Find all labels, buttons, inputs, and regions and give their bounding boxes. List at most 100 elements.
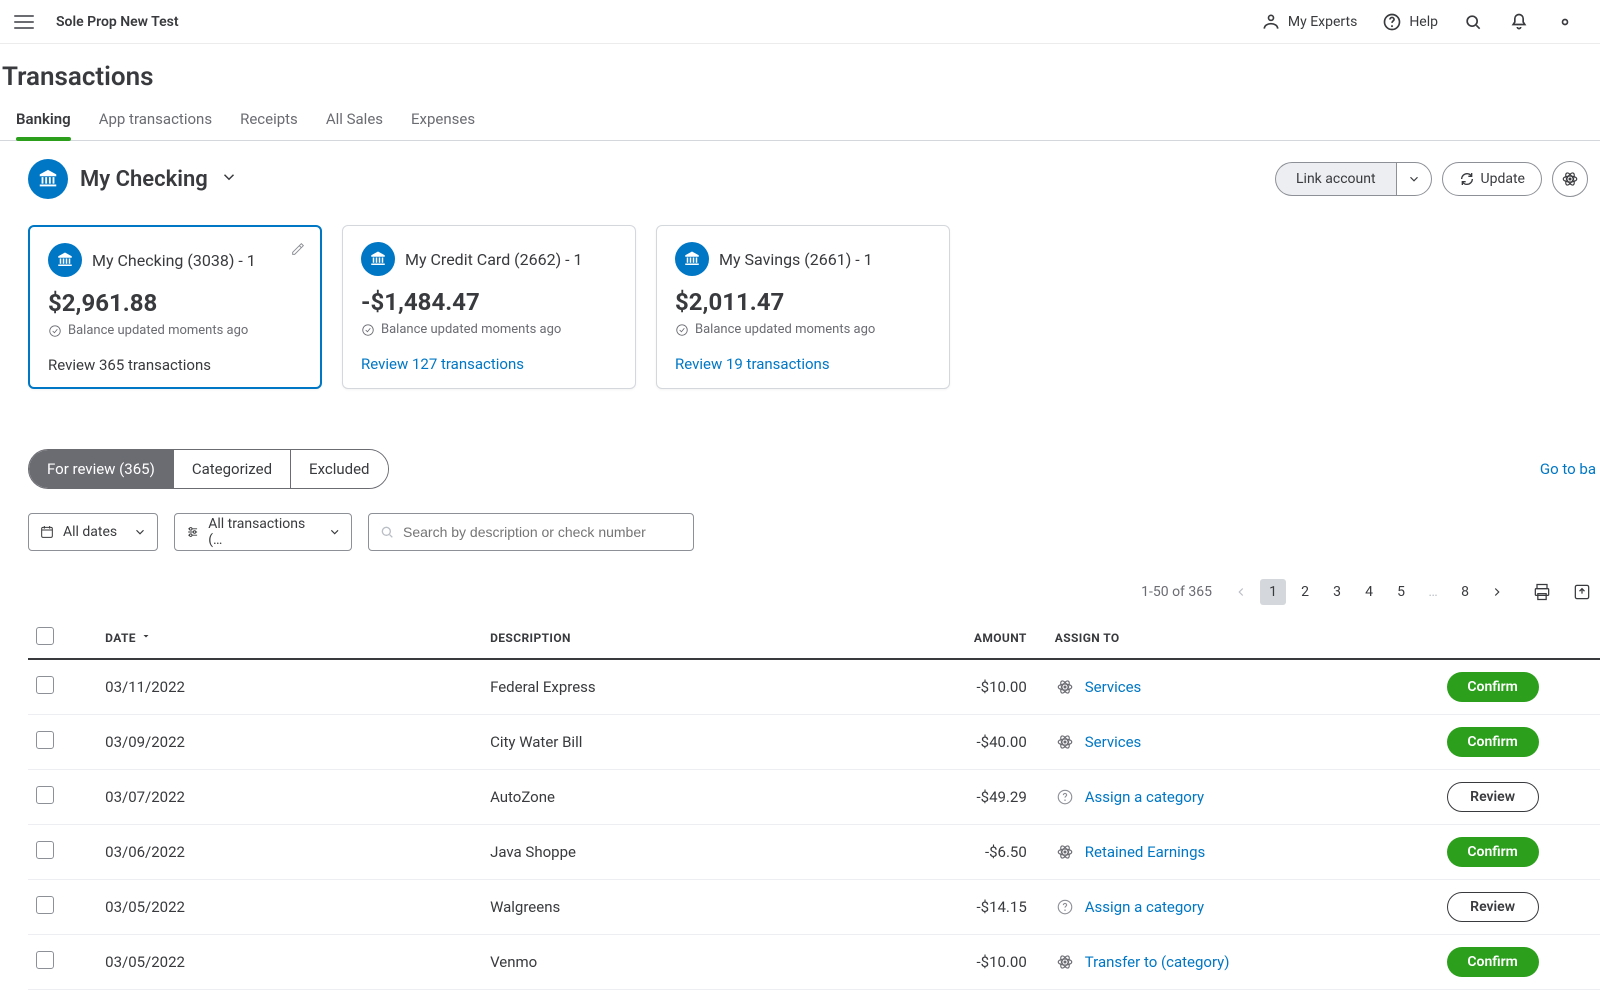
refresh-icon [1459, 171, 1475, 187]
atom-icon [1055, 732, 1075, 752]
chevron-down-icon [328, 525, 341, 539]
account-card[interactable]: My Savings (2661) - 1 $2,011.47 Balance … [656, 225, 950, 389]
card-balance: -$1,484.47 [361, 288, 617, 316]
search-button[interactable] [1452, 3, 1494, 41]
pager-page-4[interactable]: 4 [1356, 579, 1382, 605]
column-description[interactable]: DESCRIPTION [482, 617, 839, 659]
assign-link[interactable]: Retained Earnings [1085, 843, 1205, 861]
cell-date: 03/07/2022 [97, 770, 482, 825]
account-card[interactable]: My Checking (3038) - 1 $2,961.88 Balance… [28, 225, 322, 389]
account-selector[interactable]: My Checking [80, 167, 208, 192]
tab-banking[interactable]: Banking [16, 100, 71, 140]
table-row[interactable]: 03/06/2022 Java Shoppe -$6.50 Retained E… [28, 825, 1600, 880]
assign-link[interactable]: Services [1085, 733, 1142, 751]
account-card[interactable]: My Credit Card (2662) - 1 -$1,484.47 Bal… [342, 225, 636, 389]
transactions-filter[interactable]: All transactions (… [174, 513, 352, 551]
bank-icon [361, 242, 395, 276]
export-button[interactable] [1572, 582, 1592, 602]
dates-filter[interactable]: All dates [28, 513, 158, 551]
search-box[interactable] [368, 513, 694, 551]
print-button[interactable] [1532, 582, 1552, 602]
atom-icon [1055, 952, 1075, 972]
assign-link[interactable]: Assign a category [1085, 898, 1204, 916]
search-icon [379, 524, 395, 540]
help-button[interactable]: Help [1371, 3, 1448, 41]
row-checkbox[interactable] [36, 841, 54, 859]
hamburger-menu[interactable] [14, 10, 38, 34]
row-checkbox[interactable] [36, 786, 54, 804]
link-account-button[interactable]: Link account [1275, 162, 1396, 196]
table-row[interactable]: 03/11/2022 Federal Express -$10.00 Servi… [28, 659, 1600, 715]
review-button[interactable]: Review [1447, 782, 1539, 812]
explore-button[interactable] [1552, 161, 1588, 197]
tab-receipts[interactable]: Receipts [240, 100, 298, 140]
account-selector-chevron[interactable] [220, 168, 238, 190]
table-row[interactable]: 03/09/2022 City Water Bill -$40.00 Servi… [28, 715, 1600, 770]
check-circle-icon [48, 324, 62, 338]
bank-icon [675, 242, 709, 276]
row-checkbox[interactable] [36, 951, 54, 969]
column-assign[interactable]: ASSIGN TO [1047, 617, 1439, 659]
table-row[interactable]: 03/05/2022 Walgreens -$14.15 Assign a ca… [28, 880, 1600, 935]
cell-date: 03/05/2022 [97, 935, 482, 990]
help-icon [1381, 11, 1403, 33]
notifications-button[interactable] [1498, 3, 1540, 41]
bank-icon [48, 243, 82, 277]
tab-expenses[interactable]: Expenses [411, 100, 475, 140]
check-circle-icon [675, 323, 689, 337]
edit-icon[interactable] [290, 241, 306, 261]
row-checkbox[interactable] [36, 731, 54, 749]
card-updated: Balance updated moments ago [48, 323, 302, 338]
segment-excluded[interactable]: Excluded [290, 450, 387, 488]
review-link[interactable]: Review 19 transactions [675, 355, 931, 373]
link-account-dropdown[interactable] [1396, 162, 1432, 196]
row-checkbox[interactable] [36, 896, 54, 914]
pager-ellipsis: … [1420, 579, 1446, 605]
pager-page-1[interactable]: 1 [1260, 579, 1286, 605]
segment-categorized[interactable]: Categorized [173, 450, 290, 488]
cell-amount: -$49.29 [839, 770, 1046, 825]
confirm-button[interactable]: Confirm [1447, 672, 1539, 702]
confirm-button[interactable]: Confirm [1447, 837, 1539, 867]
table-row[interactable]: 03/05/2022 Venmo -$10.00 Transfer to (ca… [28, 935, 1600, 990]
confirm-button[interactable]: Confirm [1447, 947, 1539, 977]
my-experts-button[interactable]: My Experts [1250, 3, 1367, 41]
search-input[interactable] [403, 524, 683, 540]
cell-date: 03/05/2022 [97, 880, 482, 935]
settings-button[interactable] [1544, 3, 1586, 41]
segment-for-review[interactable]: For review (365) [29, 450, 173, 488]
pager-page-8[interactable]: 8 [1452, 579, 1478, 605]
experts-icon [1260, 11, 1282, 33]
column-amount[interactable]: AMOUNT [839, 617, 1046, 659]
review-link[interactable]: Review 365 transactions [48, 356, 302, 374]
select-all-checkbox[interactable] [36, 627, 54, 645]
update-button[interactable]: Update [1442, 162, 1542, 196]
cell-amount: -$10.00 [839, 935, 1046, 990]
atom-icon [1055, 677, 1075, 697]
tab-app-transactions[interactable]: App transactions [99, 100, 212, 140]
card-balance: $2,961.88 [48, 289, 302, 317]
tab-all-sales[interactable]: All Sales [326, 100, 383, 140]
pager-page-2[interactable]: 2 [1292, 579, 1318, 605]
column-date[interactable]: DATE [97, 617, 482, 659]
bank-icon [28, 159, 68, 199]
cell-amount: -$14.15 [839, 880, 1046, 935]
table-row[interactable]: 03/07/2022 AutoZone -$49.29 Assign a cat… [28, 770, 1600, 825]
review-link[interactable]: Review 127 transactions [361, 355, 617, 373]
company-name[interactable]: Sole Prop New Test [56, 14, 179, 30]
confirm-button[interactable]: Confirm [1447, 727, 1539, 757]
assign-link[interactable]: Assign a category [1085, 788, 1204, 806]
export-icon [1572, 582, 1592, 602]
row-checkbox[interactable] [36, 676, 54, 694]
sort-caret-icon [140, 631, 152, 645]
pager-next[interactable] [1484, 579, 1510, 605]
pager-page-3[interactable]: 3 [1324, 579, 1350, 605]
goto-bank-link[interactable]: Go to ba [1540, 460, 1600, 478]
atom-icon [1561, 170, 1579, 188]
assign-link[interactable]: Services [1085, 678, 1142, 696]
print-icon [1532, 582, 1552, 602]
assign-link[interactable]: Transfer to (category) [1085, 953, 1230, 971]
cell-description: Java Shoppe [482, 825, 839, 880]
review-button[interactable]: Review [1447, 892, 1539, 922]
pager-page-5[interactable]: 5 [1388, 579, 1414, 605]
